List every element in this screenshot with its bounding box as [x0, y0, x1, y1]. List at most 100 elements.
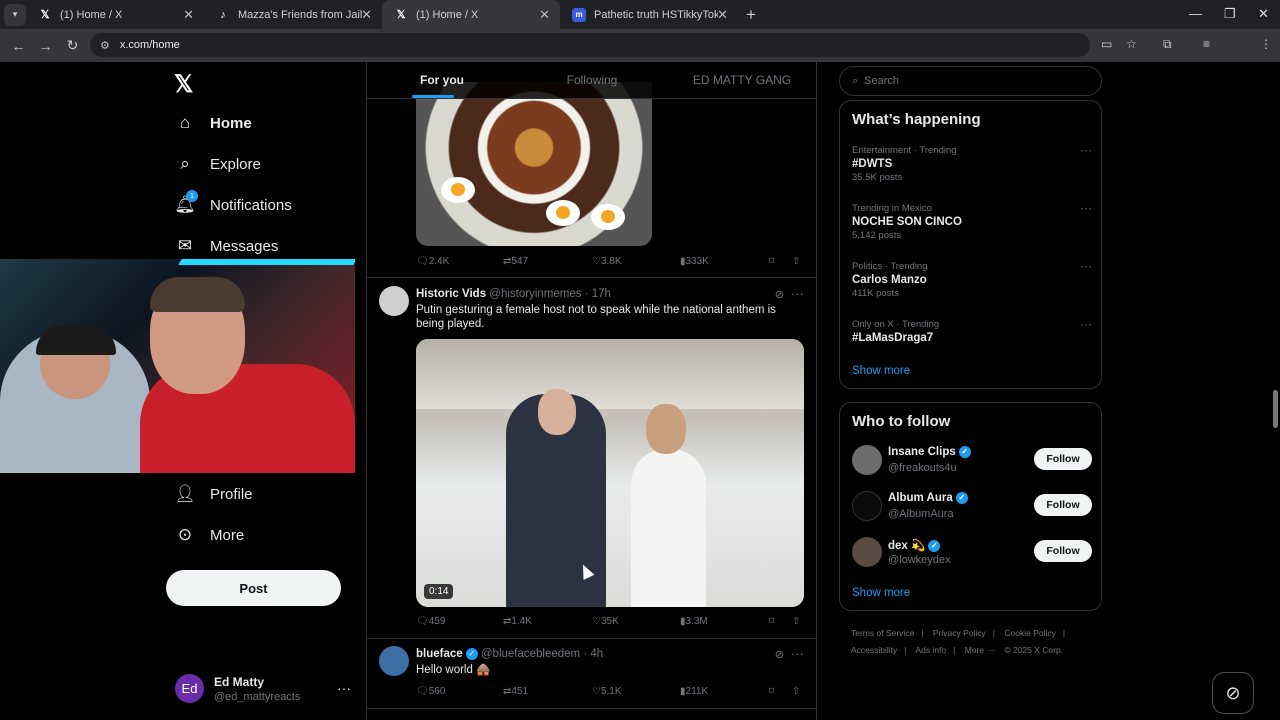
follow-suggestion[interactable]: Insane Clips ✓ @freakouts4u Follow	[852, 445, 1092, 477]
x-logo-icon[interactable]: 𝕏	[174, 70, 193, 99]
tab-search-button[interactable]: ▾	[4, 3, 26, 26]
follow-button[interactable]: Follow	[1034, 540, 1092, 562]
close-window-icon[interactable]: ✕	[1258, 6, 1269, 22]
trend-item[interactable]: Only on X · Trending #LaMasDraga7 ···	[852, 317, 1092, 344]
trend-meta: Only on X · Trending	[852, 319, 940, 330]
follow-button[interactable]: Follow	[1034, 494, 1092, 516]
reply-button[interactable]: 🗨︎ 459	[416, 616, 445, 627]
sidebar-item-notifications[interactable]: 🔔︎ 1 Notifications	[174, 190, 292, 215]
sidebar-item-more[interactable]: ⊙ More	[174, 525, 244, 545]
like-button[interactable]: ♡ 3.8K	[592, 256, 622, 267]
sidebar-item-explore[interactable]: ⌕ Explore	[174, 154, 261, 174]
repost-button[interactable]: ⇄ 451	[503, 686, 528, 697]
share-icon[interactable]: ⇧	[792, 256, 800, 267]
author-name[interactable]: Historic Vids	[416, 288, 486, 300]
more-icon[interactable]: ···	[1080, 201, 1092, 215]
grok-icon[interactable]: ⊘	[775, 648, 784, 661]
views-button[interactable]: ▮ 211K	[680, 686, 708, 697]
bookmark-icon[interactable]: ⌑	[769, 616, 774, 627]
post-header: Historic Vids @historyinmemes · 17h	[416, 288, 611, 300]
account-switcher[interactable]: Ed Ed Matty @ed_mattyreacts ···	[175, 674, 351, 703]
browser-tab-4[interactable]: m Pathetic truth HSTikkyTokky's h ✕	[560, 0, 738, 29]
like-button[interactable]: ♡ 5.1K	[592, 686, 622, 697]
scrollbar[interactable]	[1271, 62, 1280, 720]
sidebar-item-profile[interactable]: 👤︎ Profile	[174, 484, 252, 504]
menu-icon[interactable]: ⋮	[1260, 37, 1272, 51]
more-icon[interactable]: ···	[1080, 259, 1092, 273]
scrollbar-thumb[interactable]	[1273, 390, 1278, 428]
repost-button[interactable]: ⇄ 547	[503, 256, 528, 267]
terms-link[interactable]: Terms of Service	[851, 628, 914, 638]
reply-count: 560	[428, 686, 446, 697]
extensions-icon[interactable]: ⧉	[1163, 37, 1172, 52]
restore-icon[interactable]: ❐	[1224, 6, 1236, 22]
trend-item[interactable]: Politics · Trending Carlos Manzo 411K po…	[852, 259, 1092, 299]
suggestion-handle: @freakouts4u	[888, 462, 957, 474]
ads-info-link[interactable]: Ads info	[915, 645, 946, 655]
close-tab-icon[interactable]: ✕	[361, 7, 372, 23]
minimize-icon[interactable]: —	[1189, 6, 1202, 21]
more-icon[interactable]: ···	[1080, 317, 1092, 331]
more-icon[interactable]: ···	[791, 286, 804, 301]
site-info-icon[interactable]: ⚙	[100, 39, 110, 52]
url-field[interactable]: ⚙ x.com/home	[90, 33, 1090, 57]
notification-badge: 1	[186, 190, 198, 202]
author-handle[interactable]: @bluefacebleedem	[481, 648, 580, 660]
more-circle-icon: ⊙	[177, 525, 193, 544]
close-tab-icon[interactable]: ✕	[183, 7, 194, 23]
bookmark-icon[interactable]: ⌑	[769, 256, 774, 267]
back-icon[interactable]: ←	[10, 38, 27, 54]
author-name[interactable]: blueface	[416, 648, 463, 660]
more-icon[interactable]: ···	[1080, 143, 1092, 157]
tab-for-you[interactable]: For you	[367, 62, 517, 98]
cast-icon[interactable]: ▭	[1101, 37, 1112, 51]
views-button[interactable]: ▮ 3.3M	[680, 616, 708, 627]
avatar[interactable]	[379, 646, 409, 676]
show-more-link[interactable]: Show more	[852, 587, 910, 599]
more-icon[interactable]: ···	[791, 646, 804, 661]
tab-following[interactable]: Following	[517, 62, 667, 98]
new-tab-icon[interactable]: +	[746, 5, 756, 25]
grok-icon[interactable]: ⊘	[1212, 672, 1254, 714]
show-more-link[interactable]: Show more	[852, 365, 910, 377]
timeline: For you Following ED MATTY GANG 🗨︎ 2.4K …	[366, 62, 817, 720]
reload-icon[interactable]: ↻	[64, 37, 81, 54]
repost-button[interactable]: ⇄ 1.4K	[503, 616, 532, 627]
sidebar-item-messages[interactable]: ✉ Messages	[174, 236, 279, 256]
share-icon[interactable]: ⇧	[792, 616, 800, 627]
trend-item[interactable]: Trending in Mexico NOCHE SON CINCO 5,142…	[852, 201, 1092, 241]
follow-suggestion[interactable]: Album Aura ✓ @AlbumAura Follow	[852, 491, 1092, 523]
media-icon[interactable]: ≡	[1203, 37, 1210, 51]
avatar[interactable]	[379, 286, 409, 316]
author-handle[interactable]: @historyinmemes	[489, 288, 581, 300]
browser-tab-2[interactable]: ♪ Mazza's Friends from Jail Share ✕	[204, 0, 382, 29]
close-tab-icon[interactable]: ✕	[539, 7, 550, 23]
reply-button[interactable]: 🗨︎ 2.4K	[416, 256, 449, 267]
like-button[interactable]: ♡ 35K	[592, 616, 619, 627]
more-link[interactable]: More ···	[965, 645, 995, 655]
post-time[interactable]: · 17h	[585, 288, 611, 300]
bookmark-star-icon[interactable]: ☆	[1126, 37, 1137, 51]
post-button[interactable]: Post	[166, 570, 341, 606]
sidebar-item-home[interactable]: ⌂ Home	[174, 113, 252, 133]
close-tab-icon[interactable]: ✕	[717, 7, 728, 23]
search-input[interactable]: ⌕ Search	[839, 66, 1102, 96]
bookmark-icon[interactable]: ⌑	[769, 686, 774, 697]
accessibility-link[interactable]: Accessibility	[851, 645, 897, 655]
follow-suggestion[interactable]: dex 💫 ✓ @lowkeydex Follow	[852, 537, 1092, 569]
browser-tab-1[interactable]: 𝕏 (1) Home / X ✕	[26, 0, 204, 29]
forward-icon[interactable]: →	[37, 38, 54, 54]
browser-tab-3[interactable]: 𝕏 (1) Home / X ✕	[382, 0, 560, 29]
follow-button[interactable]: Follow	[1034, 448, 1092, 470]
privacy-link[interactable]: Privacy Policy	[933, 628, 986, 638]
trend-item[interactable]: Entertainment · Trending #DWTS 35.5K pos…	[852, 143, 1092, 183]
post-video[interactable]: 0:14	[416, 339, 804, 607]
tab-ed-matty-gang[interactable]: ED MATTY GANG	[667, 62, 816, 98]
share-icon[interactable]: ⇧	[792, 686, 800, 697]
grok-icon[interactable]: ⊘	[775, 288, 784, 301]
views-button[interactable]: ▮ 333K	[680, 256, 709, 267]
cookie-link[interactable]: Cookie Policy	[1004, 628, 1056, 638]
reply-button[interactable]: 🗨︎ 560	[416, 686, 445, 697]
post-time[interactable]: · 4h	[583, 648, 603, 660]
post-image-breakfast[interactable]	[416, 82, 652, 246]
